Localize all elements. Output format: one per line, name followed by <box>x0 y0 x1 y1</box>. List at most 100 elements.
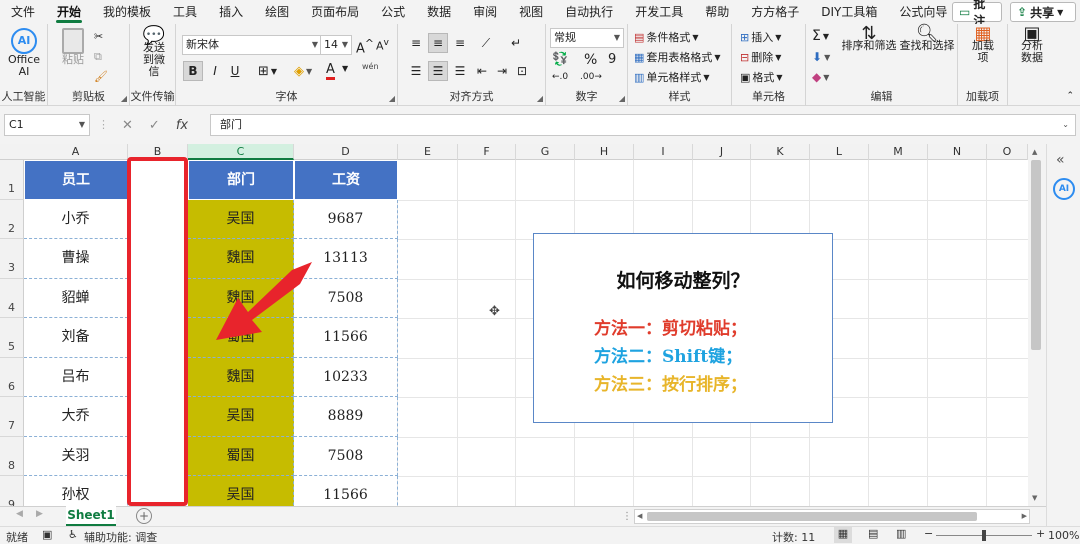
italic-button[interactable]: I <box>205 61 225 81</box>
fill-button[interactable]: ⬇ ▼ <box>812 50 830 64</box>
tab-developer[interactable]: 开发工具 <box>624 0 694 24</box>
align-top-icon[interactable]: ≡ <box>406 33 426 53</box>
next-sheet-icon[interactable]: ▶ <box>36 509 43 519</box>
collapse-panel-icon[interactable]: « <box>1056 152 1065 168</box>
prev-sheet-icon[interactable]: ◀ <box>16 509 23 519</box>
underline-button[interactable]: U <box>225 61 245 81</box>
chevron-up-icon[interactable]: ⌃ <box>1066 91 1074 101</box>
scroll-right-icon[interactable]: ▶ <box>1022 512 1027 520</box>
align-launcher-icon[interactable]: ◢ <box>537 94 543 103</box>
font-size-select[interactable]: 14 ▼ <box>320 35 352 55</box>
tab-formulas[interactable]: 公式 <box>370 0 416 24</box>
tab-page-layout[interactable]: 页面布局 <box>300 0 370 24</box>
tab-view[interactable]: 视图 <box>508 0 554 24</box>
zoom-slider[interactable] <box>936 530 1032 541</box>
tab-draw[interactable]: 绘图 <box>254 0 300 24</box>
font-name-select[interactable]: 新宋体 ▼ <box>182 35 322 55</box>
normal-view-icon[interactable]: ▦ <box>834 527 852 543</box>
tab-diy-toolbox[interactable]: DIY工具箱 <box>810 0 888 24</box>
analyze-data-button[interactable]: ▣ 分析数据 <box>1012 25 1052 64</box>
shrink-font-button[interactable]: Av <box>376 37 389 53</box>
tab-home[interactable]: 开始 <box>46 0 92 24</box>
autosum-button[interactable]: Σ ▼ <box>812 28 829 44</box>
fill-color-button[interactable]: ◈ ▼ <box>294 64 312 79</box>
ai-assistant-icon[interactable]: AI <box>1053 178 1075 200</box>
number-format-select[interactable]: 常规 ▼ <box>550 28 624 48</box>
share-button[interactable]: ⇪ 共享 ▼ <box>1010 2 1076 22</box>
zoom-level[interactable]: 100% <box>1048 529 1079 542</box>
increase-indent-icon[interactable]: ⇥ <box>492 61 512 81</box>
orientation-icon[interactable]: ⟋ <box>476 33 496 53</box>
phonetic-button[interactable]: wén <box>362 62 379 71</box>
align-left-icon[interactable]: ☰ <box>406 61 426 81</box>
align-right-icon[interactable]: ☰ <box>450 61 470 81</box>
send-wechat-button[interactable]: 💬 发送到微信 <box>134 27 174 78</box>
align-bottom-icon[interactable]: ≡ <box>450 33 470 53</box>
sort-filter-button[interactable]: ⇅ 排序和筛选 <box>840 25 898 52</box>
font-color-button[interactable]: A <box>326 62 335 80</box>
clipboard-launcher-icon[interactable]: ◢ <box>121 94 127 103</box>
currency-button[interactable]: 💱 <box>552 52 568 67</box>
scrollbar-thumb[interactable] <box>1031 160 1041 350</box>
font-launcher-icon[interactable]: ◢ <box>389 94 395 103</box>
tab-my-templates[interactable]: 我的模板 <box>92 0 162 24</box>
increase-decimal-button[interactable]: ←.0 <box>552 72 568 82</box>
merge-center-icon[interactable]: ⊡ <box>512 61 532 81</box>
page-break-view-icon[interactable]: ▥ <box>896 527 906 540</box>
formula-input[interactable]: 部门 ⌄ <box>210 114 1076 136</box>
name-box[interactable]: C1 ▼ <box>4 114 90 136</box>
number-launcher-icon[interactable]: ◢ <box>619 94 625 103</box>
office-ai-button[interactable]: AI Office AI <box>6 28 42 78</box>
percent-button[interactable]: % <box>584 52 597 68</box>
hscroll-thumb[interactable] <box>647 512 977 521</box>
cancel-icon[interactable]: ✕ <box>122 118 133 133</box>
tab-insert[interactable]: 插入 <box>208 0 254 24</box>
comma-button[interactable]: 9 <box>608 52 616 67</box>
paste-button[interactable]: 粘贴 <box>58 28 88 66</box>
copy-button[interactable]: ⧉ <box>94 50 102 64</box>
scroll-left-icon[interactable]: ◀ <box>637 512 642 520</box>
horizontal-scrollbar[interactable]: ◀ ▶ <box>634 509 1030 524</box>
cond-format-button[interactable]: ▤ 条件格式 ▼ <box>634 29 699 45</box>
chevron-down-icon[interactable]: ▼ <box>342 64 348 73</box>
tab-help[interactable]: 帮助 <box>694 0 740 24</box>
worksheet-grid[interactable]: ABCDEFGHIJKLMNO 123456789 员工 部门 工资 小乔 吴国 9687… <box>0 144 1028 506</box>
add-sheet-icon[interactable]: + <box>136 508 152 524</box>
decrease-indent-icon[interactable]: ⇤ <box>472 61 492 81</box>
align-center-icon[interactable]: ☰ <box>428 61 448 81</box>
bold-button[interactable]: B <box>183 61 203 81</box>
tab-automate[interactable]: 自动执行 <box>554 0 624 24</box>
insert-button[interactable]: ⊞ 插入 ▼ <box>740 29 781 45</box>
align-middle-icon[interactable]: ≡ <box>428 33 448 53</box>
clear-button[interactable]: ◆ ▼ <box>812 70 829 84</box>
zoom-out-icon[interactable]: − <box>924 527 933 540</box>
page-layout-view-icon[interactable]: ▤ <box>868 527 878 540</box>
format-painter-button[interactable]: 🖌 <box>94 70 108 83</box>
status-accessibility[interactable]: 辅助功能: 调查 <box>84 529 157 544</box>
delete-button[interactable]: ⊟ 删除 ▼ <box>740 49 781 65</box>
tab-tools[interactable]: 工具 <box>162 0 208 24</box>
tab-data[interactable]: 数据 <box>416 0 462 24</box>
accessibility-icon[interactable]: ♿ <box>68 528 78 541</box>
format-button[interactable]: ▣ 格式 ▼ <box>740 69 783 85</box>
tab-file[interactable]: 文件 <box>0 0 46 24</box>
addins-button[interactable]: ▦ 加载项 <box>966 25 1000 64</box>
comment-button[interactable]: ▭ 批注 <box>952 0 1002 28</box>
tab-formula-wizard[interactable]: 公式向导 <box>888 0 958 24</box>
cut-button[interactable]: ✂ <box>94 30 103 43</box>
table-format-button[interactable]: ▦ 套用表格格式 ▼ <box>634 49 721 65</box>
fx-icon[interactable]: fx <box>176 118 188 133</box>
vertical-scrollbar[interactable]: ▲ ▼ <box>1028 144 1044 506</box>
scroll-down-icon[interactable]: ▼ <box>1032 494 1037 502</box>
tab-fangfang[interactable]: 方方格子 <box>740 0 810 24</box>
border-button[interactable]: ⊞ ▼ <box>258 64 277 79</box>
check-icon[interactable]: ✓ <box>149 118 160 133</box>
zoom-in-icon[interactable]: + <box>1036 527 1045 540</box>
zoom-slider-thumb[interactable] <box>982 530 986 541</box>
grow-font-button[interactable]: A^ <box>356 37 374 56</box>
decrease-decimal-button[interactable]: .00→ <box>580 72 602 82</box>
macro-record-icon[interactable]: ▣ <box>42 528 52 541</box>
sheet-tab-sheet1[interactable]: Sheet1 <box>66 506 116 526</box>
find-select-button[interactable]: 🔍︎ 查找和选择 <box>898 25 956 52</box>
cell-style-button[interactable]: ▥ 单元格样式 ▼ <box>634 69 710 85</box>
